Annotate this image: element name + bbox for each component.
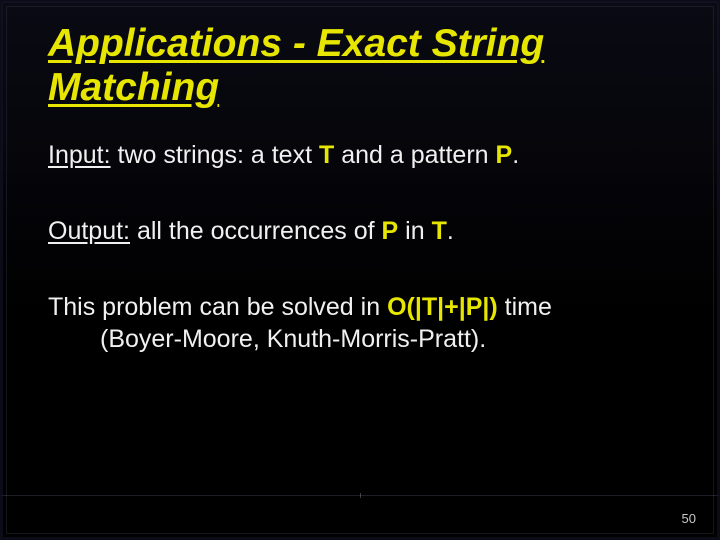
symbol-P-2: P [382,217,399,245]
output-text-2: in [398,217,431,245]
input-text-2: and a pattern [334,141,495,169]
divider-notch [360,493,361,498]
output-text-1: all the occurrences of [130,217,382,245]
page-number: 50 [682,511,696,526]
output-line: Output: all the occurrences of P in T. [48,215,676,247]
symbol-P: P [496,141,513,169]
input-line: Input: two strings: a text T and a patte… [48,139,676,171]
solve-text-after: time [498,293,552,321]
input-text-end: . [512,141,519,169]
output-text-end: . [447,217,454,245]
slide: Applications - Exact String Matching Inp… [0,0,720,540]
output-label: Output: [48,217,130,245]
input-label: Input: [48,141,111,169]
big-o-expression: O(|T|+|P|) [387,293,498,321]
symbol-T: T [319,141,334,169]
symbol-T-2: T [432,217,447,245]
input-text-1: two strings: a text [111,141,319,169]
solve-line: This problem can be solved in O(|T|+|P|)… [48,291,676,355]
solve-text-before: This problem can be solved in [48,293,387,321]
slide-title: Applications - Exact String Matching [48,22,676,109]
slide-body: Input: two strings: a text T and a patte… [48,139,676,355]
solve-line-2: (Boyer-Moore, Knuth-Morris-Pratt). [48,323,676,355]
